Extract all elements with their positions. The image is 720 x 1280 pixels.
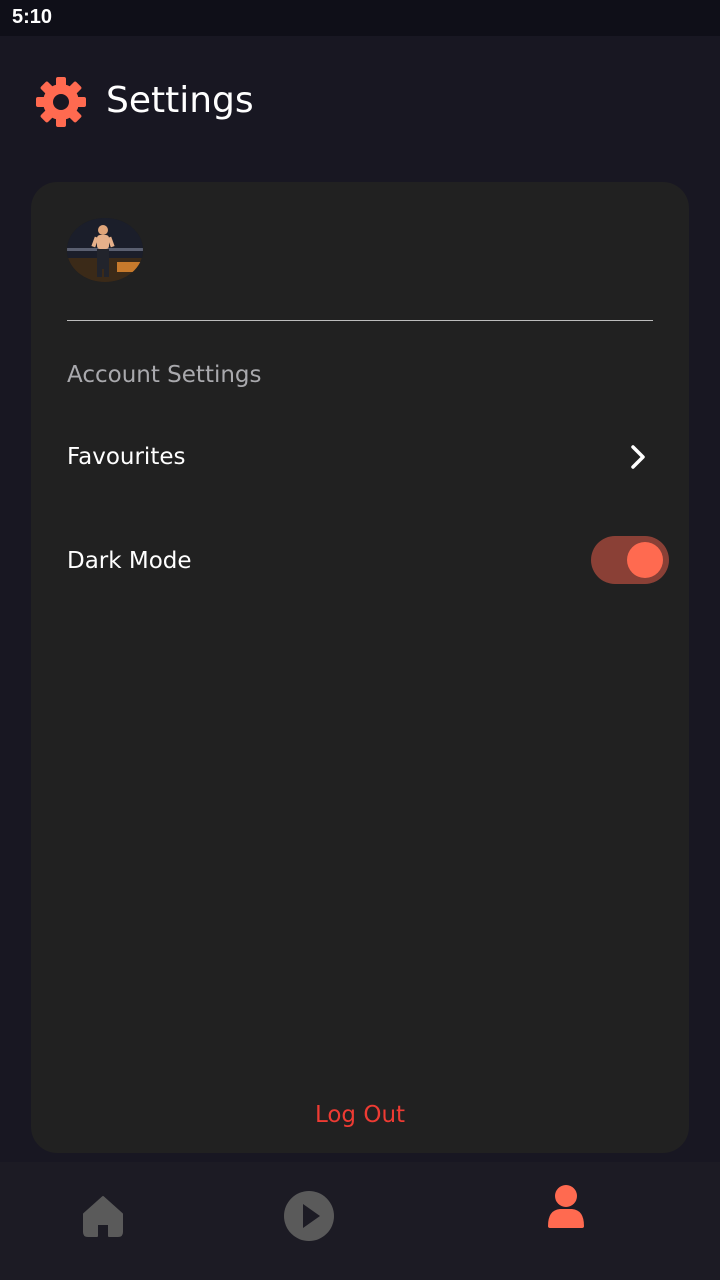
bottom-nav: [0, 1162, 720, 1280]
avatar-photo: [67, 218, 143, 282]
nav-home[interactable]: [43, 1162, 163, 1280]
dark-mode-row: Dark Mode: [67, 532, 669, 592]
status-bar: 5:10: [0, 0, 720, 36]
gear-icon: [36, 77, 86, 127]
page-title: Settings: [106, 80, 254, 121]
avatar[interactable]: [67, 218, 143, 282]
favourites-row[interactable]: Favourites: [67, 428, 653, 488]
toggle-knob: [627, 542, 663, 578]
nav-profile[interactable]: [506, 1162, 626, 1280]
settings-card: Account Settings Favourites Dark Mode Lo…: [31, 182, 689, 1153]
header: Settings: [0, 36, 720, 166]
play-icon: [284, 1191, 334, 1241]
dark-mode-toggle[interactable]: [591, 536, 669, 584]
status-time: 5:10: [12, 6, 53, 28]
logout-button[interactable]: Log Out: [31, 1102, 689, 1128]
nav-play[interactable]: [249, 1162, 369, 1280]
section-title: Account Settings: [67, 362, 262, 388]
divider: [67, 320, 653, 321]
home-icon: [83, 1196, 123, 1237]
person-icon: [548, 1185, 584, 1228]
dark-mode-label: Dark Mode: [67, 548, 192, 574]
chevron-right-icon: [631, 445, 645, 469]
favourites-label: Favourites: [67, 444, 186, 470]
